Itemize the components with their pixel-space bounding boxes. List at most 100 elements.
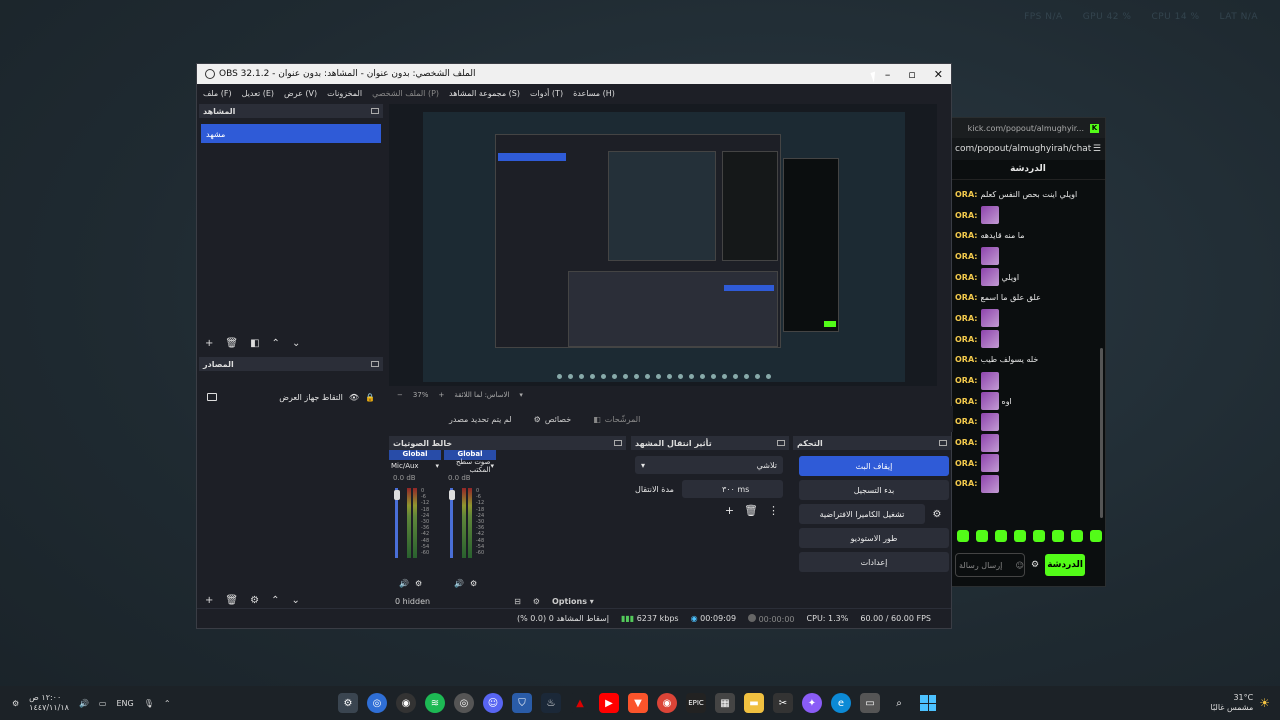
emote-icon[interactable] (976, 530, 988, 542)
chevron-down-icon[interactable]: ⌄ (292, 338, 300, 349)
zoom-in-icon[interactable]: + (438, 391, 444, 399)
record-button[interactable]: بدء التسجيل (799, 480, 949, 500)
chat-username[interactable]: ORA: (955, 438, 978, 447)
options-button[interactable]: Options ▾ (552, 597, 594, 606)
chat-send-button[interactable]: الدردشة (1045, 554, 1086, 576)
settings-icon[interactable]: ☰ (1093, 144, 1101, 154)
task-view-icon[interactable]: ▭ (860, 693, 880, 713)
app-icon[interactable]: ◎ (454, 693, 474, 713)
popout-icon[interactable] (777, 440, 785, 446)
network-icon[interactable]: ▭ (99, 699, 107, 708)
edge-icon[interactable]: e (831, 693, 851, 713)
chat-username[interactable]: ORA: (955, 479, 978, 488)
emote-icon[interactable] (957, 530, 969, 542)
menu-item[interactable]: مجموعة المشاهد (S) (449, 89, 520, 98)
fader-handle[interactable] (448, 490, 455, 500)
stream-button[interactable]: إيقاف البث (799, 456, 949, 476)
speaker-icon[interactable]: 🔊 (399, 579, 409, 588)
settings-icon[interactable]: ⚙ (12, 699, 19, 708)
menu-item[interactable]: الملف الشخصي (P) (372, 89, 439, 98)
studio-mode-button[interactable]: طور الاستوديو (799, 528, 949, 548)
trash-icon[interactable]: 🗑 (225, 338, 238, 349)
chat-url[interactable]: com/popout/almughyirah/chat (955, 144, 1091, 154)
chevron-down-icon[interactable]: ⌄ (291, 595, 299, 606)
chat-message-input[interactable]: إرسال رسالة ☺ (955, 553, 1025, 577)
trash-icon[interactable]: 🗑 (225, 595, 238, 606)
source-item[interactable]: التقاط جهاز العرض 👁 🔒 (207, 391, 375, 403)
menu-item[interactable]: عرض (V) (284, 89, 317, 98)
chat-username[interactable]: ORA: (955, 273, 978, 282)
popout-icon[interactable] (939, 440, 947, 446)
store-icon[interactable]: ▦ (715, 693, 735, 713)
duration-input[interactable]: ٣٠٠ ms (681, 480, 783, 498)
discord-icon[interactable]: ☺ (483, 693, 503, 713)
popout-icon[interactable] (371, 108, 379, 114)
folder-icon[interactable]: ▬ (744, 693, 764, 713)
filter-icon[interactable]: ◧ (250, 338, 259, 349)
chevron-up-icon[interactable]: ⌃ (271, 595, 279, 606)
chat-username[interactable]: ORA: (955, 211, 978, 220)
chat-username[interactable]: ORA: (955, 397, 978, 406)
settings-app-icon[interactable]: ⚙ (338, 693, 358, 713)
zoom-out-icon[interactable]: − (397, 391, 403, 399)
copilot-icon[interactable]: ✦ (802, 693, 822, 713)
volume-icon[interactable]: 🔊 (79, 699, 89, 708)
emote-icon[interactable] (995, 530, 1007, 542)
spotify-icon[interactable]: ≋ (425, 693, 445, 713)
shield-icon[interactable]: ⛉ (512, 693, 532, 713)
more-icon[interactable]: ⋮ (768, 504, 779, 517)
preview-canvas[interactable] (423, 112, 905, 382)
chevron-down-icon[interactable]: ▾ (435, 462, 439, 470)
minimize-icon[interactable]: – (885, 68, 891, 81)
mixer-settings-icon[interactable]: ⚙ (533, 597, 540, 606)
app-icon[interactable]: ▲ (570, 693, 590, 713)
emote-icon[interactable] (1071, 530, 1083, 542)
chevron-down-icon[interactable]: ▾ (490, 462, 494, 470)
chat-username[interactable]: ORA: (955, 417, 978, 426)
popout-icon[interactable] (614, 440, 622, 446)
emote-icon[interactable] (1033, 530, 1045, 542)
popout-icon[interactable] (371, 361, 379, 367)
add-icon[interactable]: + (205, 595, 213, 606)
language-indicator[interactable]: ENG (116, 699, 133, 708)
weather-widget[interactable]: ☀ 31°C مشمس غالبًا (1211, 693, 1270, 713)
emote-icon[interactable] (1090, 530, 1102, 542)
speaker-icon[interactable]: 🔊 (454, 579, 464, 588)
chat-username[interactable]: ORA: (955, 293, 978, 302)
chat-username[interactable]: ORA: (955, 190, 978, 199)
add-icon[interactable]: + (725, 504, 734, 517)
settings-button[interactable]: إعدادات (799, 552, 949, 572)
obs-app-icon[interactable]: ◉ (396, 693, 416, 713)
smiley-icon[interactable]: ☺ (1016, 561, 1024, 570)
eye-icon[interactable]: 👁 (349, 393, 359, 402)
brave-icon[interactable]: ▼ (628, 693, 648, 713)
menu-item[interactable]: أدوات (T) (530, 89, 563, 98)
menu-item[interactable]: ملف (F) (203, 89, 232, 98)
chat-username[interactable]: ORA: (955, 314, 978, 323)
menu-item[interactable]: تعديل (E) (242, 89, 274, 98)
gear-icon[interactable]: ⚙ (929, 504, 945, 524)
chat-username[interactable]: ORA: (955, 459, 978, 468)
menu-item[interactable]: مساعدة (H) (573, 89, 615, 98)
chat-username[interactable]: ORA: (955, 231, 978, 240)
layout-icon[interactable]: ⊟ (514, 597, 521, 606)
steam-icon[interactable]: ♨ (541, 693, 561, 713)
filters-button[interactable]: ◧ المرشّحات (593, 415, 640, 424)
chevron-up-icon[interactable]: ⌃ (272, 338, 280, 349)
clock[interactable]: ١٢:٠٠ ص ١٤٤٧/١١/١٨ (29, 693, 69, 713)
chat-address-row[interactable]: com/popout/almughyirah/chat ☰ (951, 138, 1105, 160)
chat-username[interactable]: ORA: (955, 335, 978, 344)
preview-area[interactable] (389, 104, 937, 386)
transition-select[interactable]: تلاشي ▾ (635, 456, 783, 474)
chat-username[interactable]: ORA: (955, 355, 978, 364)
windows-start-icon[interactable] (918, 693, 938, 713)
add-icon[interactable]: + (205, 338, 213, 349)
trash-icon[interactable]: 🗑 (744, 504, 758, 517)
chevron-up-icon[interactable]: ⌃ (164, 699, 171, 708)
chrome-canary-icon[interactable]: ◎ (367, 693, 387, 713)
chevron-down-icon[interactable]: ▾ (519, 391, 523, 399)
chat-username[interactable]: ORA: (955, 252, 978, 261)
scene-item[interactable]: مشهد (201, 124, 381, 143)
capcut-icon[interactable]: ✂ (773, 693, 793, 713)
gear-icon[interactable]: ⚙ (250, 595, 259, 606)
